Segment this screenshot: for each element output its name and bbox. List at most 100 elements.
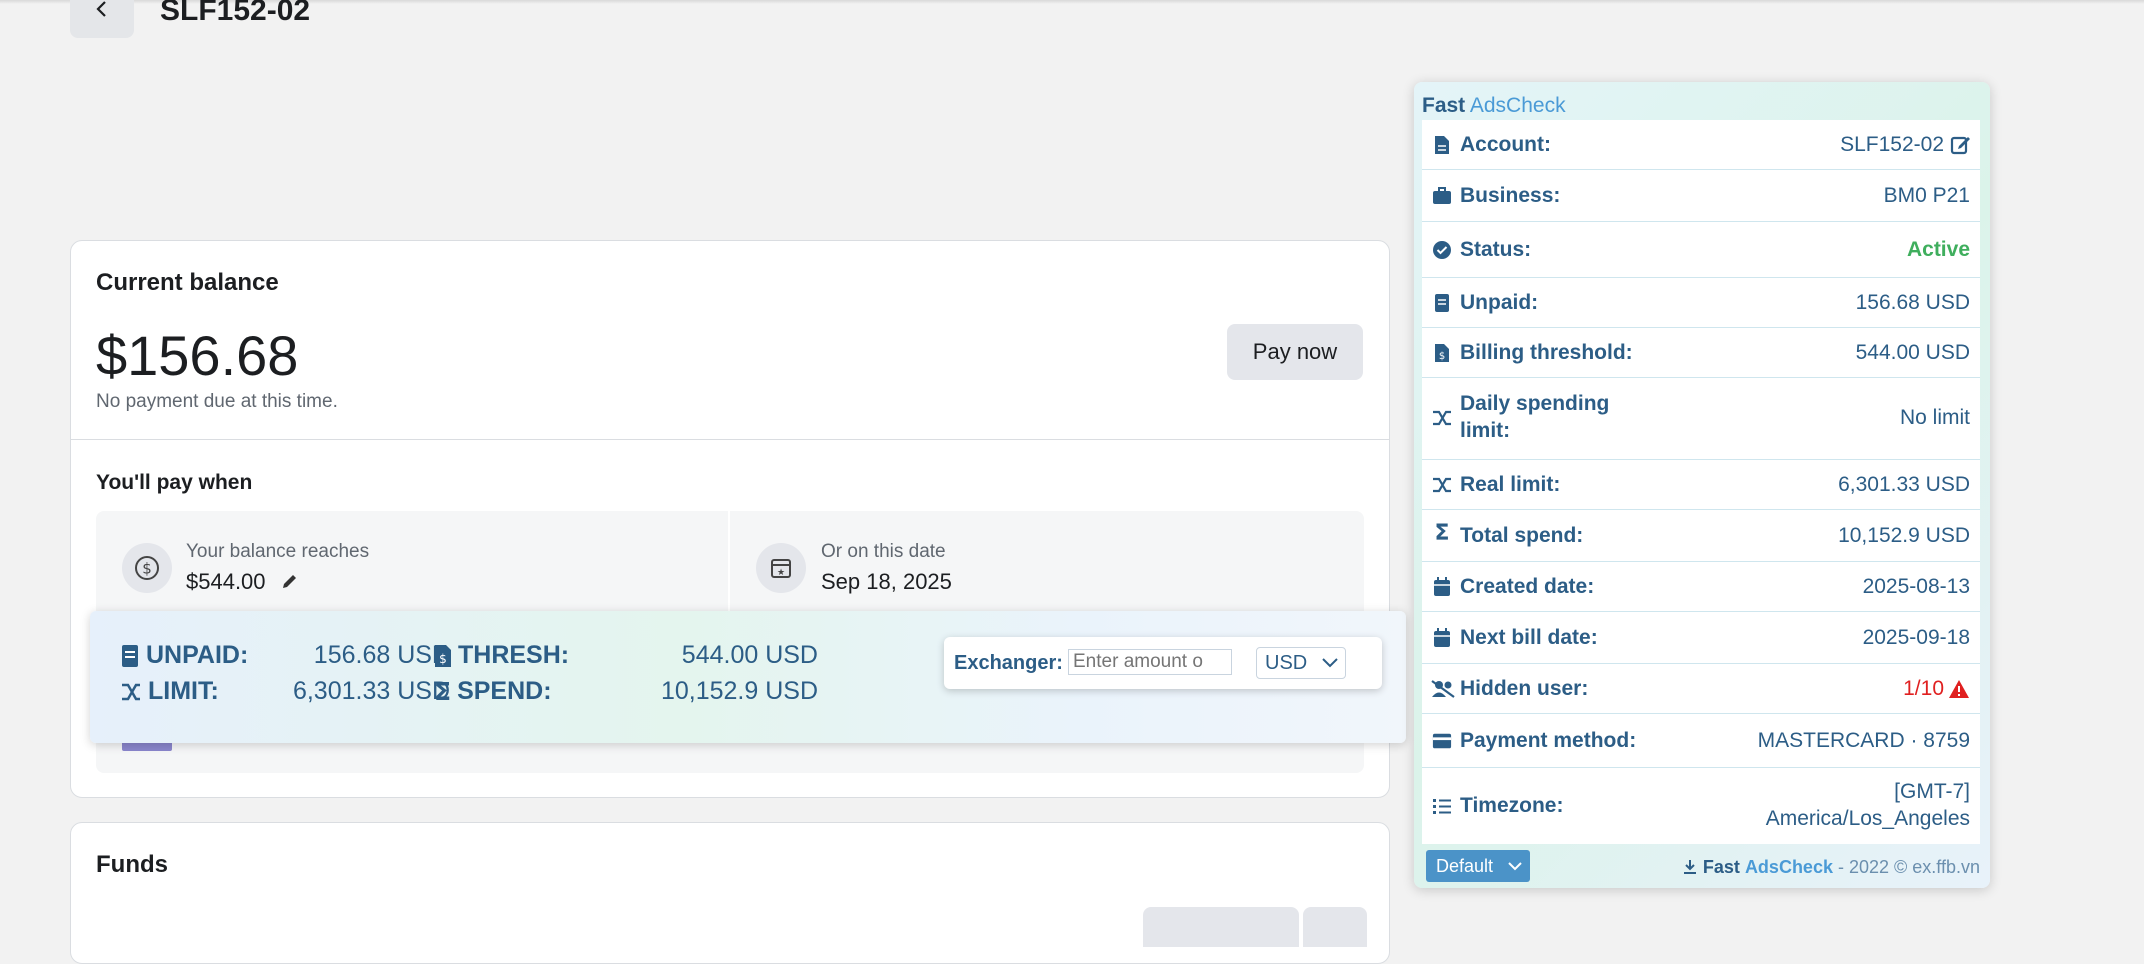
billing-threshold-value: 544.00 USD [1855, 341, 1970, 364]
footer-brand-fast: Fast [1702, 857, 1740, 877]
funds-heading: Funds [96, 851, 168, 878]
dollar-icon: $ [122, 543, 172, 593]
business-label: Business: [1460, 184, 1561, 207]
check-circle-icon [1432, 240, 1452, 260]
created-date-label: Created date: [1460, 575, 1595, 598]
status-value: Active [1906, 238, 1970, 261]
hidden-user-label: Hidden user: [1460, 677, 1589, 700]
receipt-icon [122, 644, 138, 667]
svg-text:★: ★ [777, 568, 785, 578]
spend-summary-value: 10,152.9 USD [660, 677, 818, 705]
file-icon [1432, 135, 1452, 155]
divider [71, 439, 1389, 440]
created-date-value: 2025-08-13 [1862, 575, 1970, 598]
total-spend-value: 10,152.9 USD [1838, 524, 1970, 547]
date-value: Sep 18, 2025 [821, 569, 952, 594]
pay-when-separator [728, 511, 730, 611]
credit-card-icon [1432, 731, 1452, 751]
business-value: BM0 P21 [1883, 184, 1970, 207]
default-select[interactable]: Default [1426, 850, 1530, 882]
panel-details: Account: SLF152-02 Business: BM0 P21 Sta… [1422, 120, 1980, 844]
row-billing-threshold: $ Billing threshold: 544.00 USD [1422, 328, 1980, 378]
svg-text:$: $ [142, 560, 152, 578]
limit-summary-label: LIMIT: [148, 677, 219, 705]
panel-brand: Fast AdsCheck [1422, 94, 1566, 118]
row-real-limit: Real limit: 6,301.33 USD [1422, 460, 1980, 510]
calendar-icon [1432, 577, 1452, 597]
balance-amount: $156.68 [96, 324, 299, 387]
row-created-date: Created date: 2025-08-13 [1422, 562, 1980, 612]
list-icon [1432, 796, 1452, 816]
exchanger-box: Exchanger: USD [944, 637, 1382, 689]
adscheck-panel: Fast AdsCheck Account: SLF152-02 Busines… [1414, 82, 1990, 888]
edit-pencil-icon[interactable] [280, 571, 300, 591]
unpaid-label: Unpaid: [1460, 291, 1539, 314]
exchanger-input[interactable] [1068, 649, 1232, 675]
limit-summary: LIMIT: 6,301.33 USD [120, 677, 450, 706]
svg-text:$: $ [1439, 351, 1445, 362]
row-unpaid: Unpaid: 156.68 USD [1422, 278, 1980, 328]
sigma-icon: Σ [434, 677, 452, 706]
spend-summary: Σ SPEND: 10,152.9 USD [434, 677, 818, 706]
row-payment-method: Payment method: MASTERCARD · 8759 [1422, 714, 1980, 768]
unpaid-value: 156.68 USD [1855, 291, 1970, 314]
shuffle-icon [1432, 475, 1452, 495]
sigma-icon: Σ [1434, 520, 1450, 546]
unpaid-summary: UNPAID: 156.68 USD [120, 641, 450, 670]
date-label: Or on this date [821, 541, 946, 562]
receipt-icon [1432, 293, 1452, 313]
shuffle-icon [1432, 408, 1452, 428]
back-button[interactable] [70, 0, 134, 38]
limit-summary-value: 6,301.33 USD [292, 677, 450, 705]
payment-method-value: MASTERCARD · 8759 [1757, 729, 1970, 752]
total-spend-label: Total spend: [1460, 524, 1584, 547]
download-icon[interactable] [1682, 859, 1698, 875]
daily-spending-limit-label: Daily spending limit: [1460, 392, 1610, 442]
threshold-label: Your balance reaches [186, 541, 370, 562]
payment-method-label: Payment method: [1460, 729, 1637, 752]
page-title: SLF152-02 [160, 0, 311, 27]
next-bill-date-value: 2025-09-18 [1862, 626, 1970, 649]
spend-summary-label: SPEND: [457, 677, 552, 705]
chevron-left-icon [96, 1, 106, 17]
svg-text:$: $ [439, 652, 447, 666]
row-business: Business: BM0 P21 [1422, 170, 1980, 222]
real-limit-value: 6,301.33 USD [1838, 473, 1970, 496]
timezone-label: Timezone: [1460, 794, 1564, 817]
warning-icon [1949, 680, 1969, 698]
funds-button[interactable] [1143, 907, 1299, 947]
row-total-spend: Σ Total spend: 10,152.9 USD [1422, 510, 1980, 562]
default-select-value: Default [1436, 855, 1494, 876]
shuffle-icon [122, 683, 140, 700]
row-account: Account: SLF152-02 [1422, 120, 1980, 170]
exchanger-label: Exchanger: [954, 652, 1063, 674]
unpaid-summary-label: UNPAID: [146, 641, 249, 669]
unpaid-summary-value: 156.68 USD [313, 641, 450, 669]
briefcase-icon [1432, 186, 1452, 206]
adscheck-summary-bar: UNPAID: 156.68 USD $ THRESH: 544.00 USD … [90, 611, 1406, 743]
brand-fast: Fast [1422, 94, 1466, 117]
row-timezone: Timezone: [GMT-7] America/Los_Angeles [1422, 768, 1980, 844]
top-shadow [0, 0, 2144, 4]
threshold-value: $544.00 [186, 569, 266, 594]
account-label: Account: [1460, 133, 1551, 156]
calendar-star-icon: ★ [756, 543, 806, 593]
due-note: No payment due at this time. [96, 391, 338, 412]
brand-adscheck: AdsCheck [1469, 94, 1566, 117]
pay-now-button[interactable]: Pay now [1227, 324, 1363, 380]
account-value: SLF152-02 [1840, 133, 1944, 156]
funds-card: Funds [70, 822, 1390, 964]
funds-more-button[interactable] [1303, 907, 1367, 947]
footer-brand-adscheck: AdsCheck [1744, 857, 1833, 877]
thresh-summary-label: THRESH: [458, 641, 570, 669]
daily-spending-limit-value: No limit [1899, 406, 1970, 429]
invoice-dollar-icon: $ [435, 644, 451, 667]
edit-icon[interactable] [1950, 133, 1972, 155]
status-label: Status: [1460, 238, 1532, 261]
panel-footer: Fast AdsCheck - 2022 © ex.ffb.vn [1682, 857, 1980, 878]
currency-select-value: USD [1265, 651, 1308, 674]
chevron-down-icon [1322, 658, 1338, 668]
footer-copyright: - 2022 © ex.ffb.vn [1837, 857, 1980, 877]
next-bill-date-label: Next bill date: [1460, 626, 1598, 649]
currency-select[interactable]: USD [1256, 647, 1346, 679]
